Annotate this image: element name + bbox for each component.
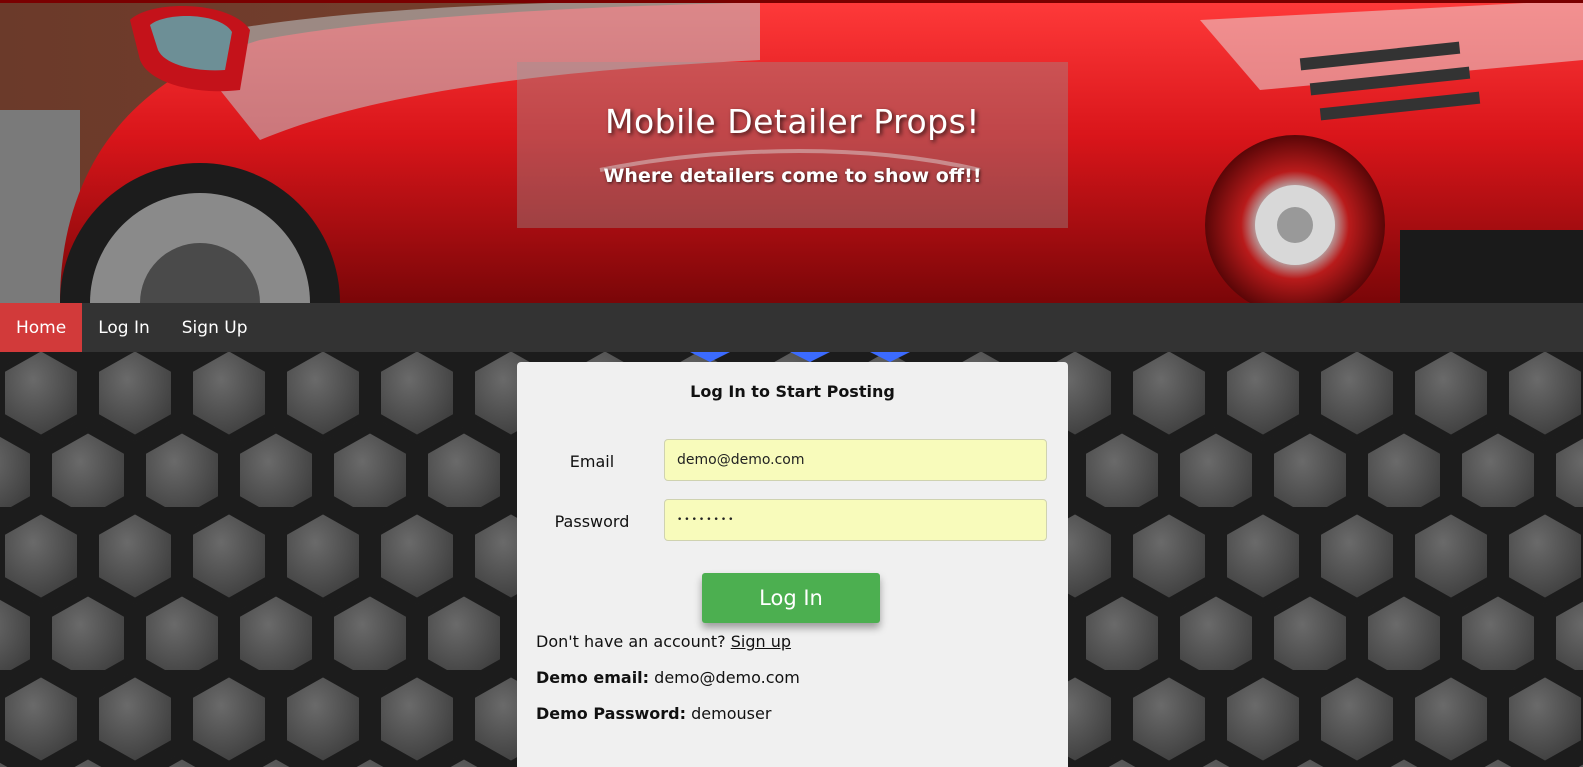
demo-email-label: Demo email: — [536, 668, 650, 687]
email-label: Email — [569, 452, 615, 471]
password-label: Password — [554, 512, 630, 531]
demo-password-line: Demo Password: demouser — [536, 704, 771, 723]
signup-link[interactable]: Sign up — [731, 632, 791, 651]
hero-banner: Mobile Detailer Props! Where detailers c… — [0, 0, 1583, 303]
signup-prompt-text: Don't have an account? — [536, 632, 726, 651]
demo-password-value: demouser — [691, 704, 772, 723]
password-input[interactable]: •••••••• — [664, 499, 1047, 541]
site-title: Mobile Detailer Props! — [604, 102, 981, 141]
main-navbar: Home Log In Sign Up — [0, 303, 1583, 352]
login-button[interactable]: Log In — [702, 573, 880, 623]
hero-title-box: Mobile Detailer Props! Where detailers c… — [517, 62, 1068, 228]
nav-item-sign-up[interactable]: Sign Up — [166, 303, 264, 352]
email-input[interactable]: demo@demo.com — [664, 439, 1047, 481]
demo-password-label: Demo Password: — [536, 704, 687, 723]
site-tagline: Where detailers come to show off!! — [603, 165, 982, 187]
nav-item-home[interactable]: Home — [0, 303, 83, 352]
nav-item-log-in[interactable]: Log In — [82, 303, 166, 352]
demo-email-line: Demo email: demo@demo.com — [536, 668, 800, 687]
login-card-title: Log In to Start Posting — [690, 382, 895, 401]
login-card: Log In to Start Posting Email demo@demo.… — [517, 362, 1068, 767]
demo-email-value: demo@demo.com — [654, 668, 800, 687]
signup-prompt: Don't have an account? Sign up — [536, 632, 791, 651]
